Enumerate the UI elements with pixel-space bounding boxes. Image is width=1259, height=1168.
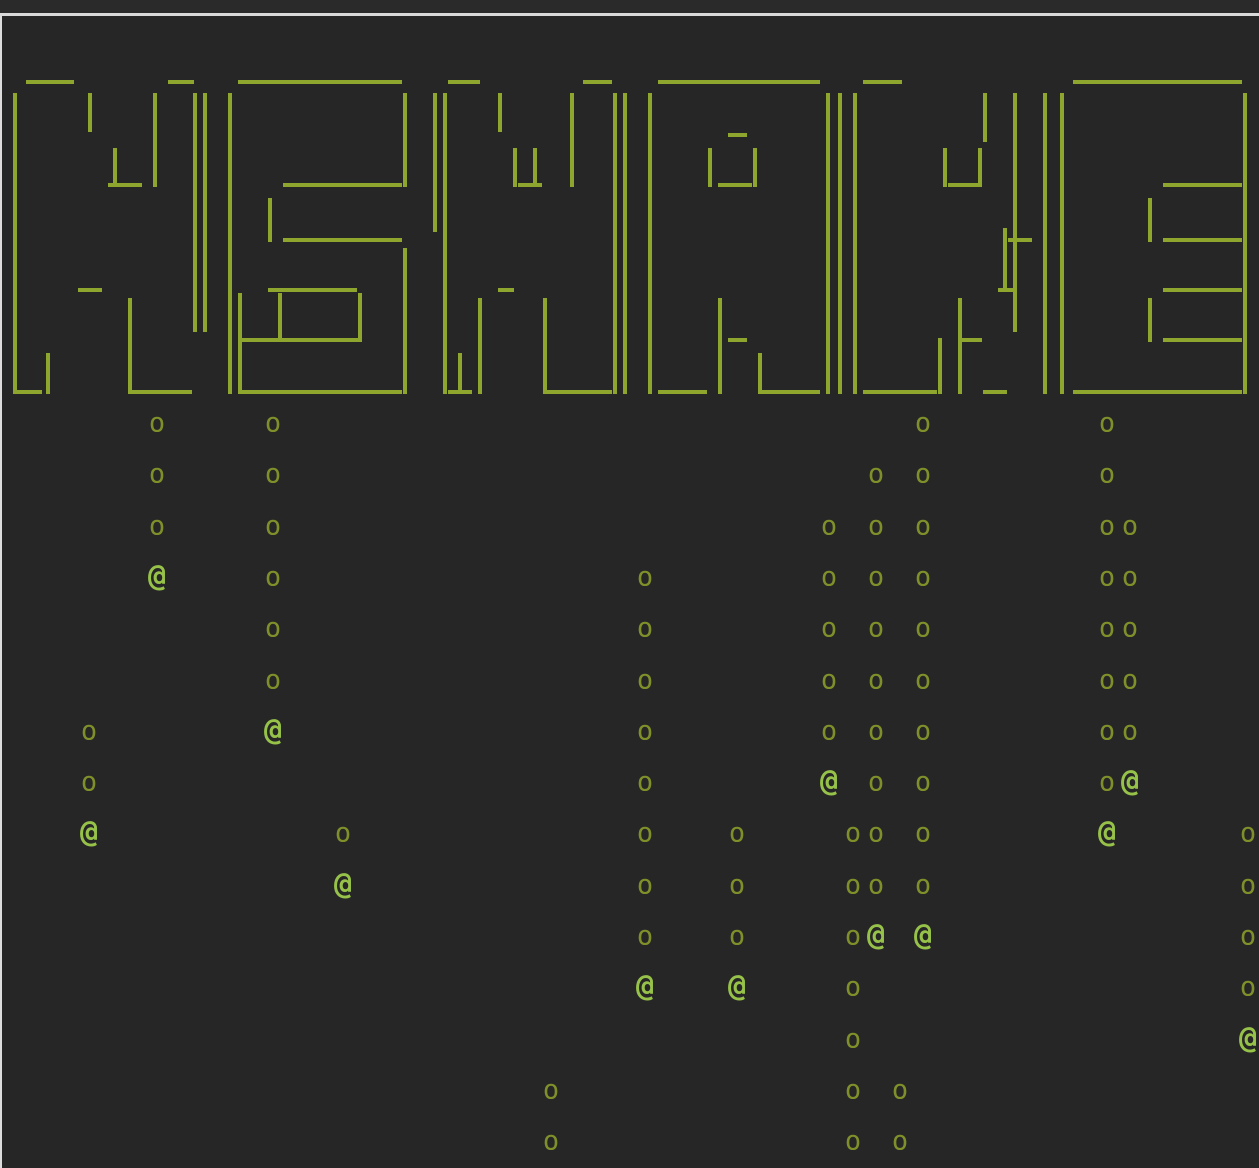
snake-body-segment: o bbox=[1098, 458, 1116, 490]
snake-head: @ bbox=[913, 918, 933, 953]
snake-body-segment: o bbox=[844, 1074, 862, 1106]
snake-body-segment: o bbox=[914, 766, 932, 798]
snake-body-segment: o bbox=[636, 869, 654, 901]
snake-body-segment: o bbox=[867, 715, 885, 747]
snake-body-segment: o bbox=[914, 869, 932, 901]
snake-body-segment: o bbox=[867, 458, 885, 490]
snake-body-segment: o bbox=[1098, 715, 1116, 747]
snake-body-segment: o bbox=[148, 458, 166, 490]
snake-body-segment: o bbox=[334, 817, 352, 849]
snake-body-segment: o bbox=[636, 612, 654, 644]
snake-head: @ bbox=[866, 918, 886, 953]
snake-head: @ bbox=[727, 969, 747, 1005]
snake-body-segment: o bbox=[1098, 561, 1116, 593]
snake-body-segment: o bbox=[636, 766, 654, 798]
snake-body-segment: o bbox=[1121, 612, 1139, 644]
snake-body-segment: o bbox=[264, 458, 282, 490]
snake-body-segment: o bbox=[728, 869, 746, 901]
snake-body-segment: o bbox=[264, 561, 282, 593]
snake-body-segment: o bbox=[867, 561, 885, 593]
snake-body-segment: o bbox=[891, 1074, 909, 1106]
snake-body-segment: o bbox=[1121, 664, 1139, 695]
snake-body-segment: o bbox=[914, 561, 932, 593]
snake-body-segment: o bbox=[1098, 407, 1116, 439]
snake-body-segment: o bbox=[914, 715, 932, 747]
snake-head: @ bbox=[635, 969, 655, 1005]
falling-snake-field: o o o @ o o o o o o @ o o @ o @ o o o o o o o o @ o o o @ o o o o o @ o o o o o… bbox=[0, 0, 1259, 1168]
snake-body-segment: o bbox=[1239, 920, 1257, 952]
snake-body-segment: o bbox=[80, 766, 98, 798]
snake-body-segment: o bbox=[820, 561, 838, 593]
snake-body-segment: o bbox=[914, 817, 932, 849]
snake-body-segment: o bbox=[1098, 766, 1116, 798]
snake-body-segment: o bbox=[636, 715, 654, 747]
snake-body-segment: o bbox=[1239, 817, 1257, 849]
snake-head: @ bbox=[1097, 815, 1117, 851]
snake-body-segment: o bbox=[542, 1125, 560, 1157]
snake-head: @ bbox=[1120, 764, 1140, 800]
snake-body-segment: o bbox=[891, 1125, 909, 1157]
snake-body-segment: o bbox=[867, 510, 885, 542]
snake-head: @ bbox=[819, 764, 839, 800]
snake-body-segment: o bbox=[80, 715, 98, 747]
snake-body-segment: o bbox=[820, 510, 838, 542]
snake-body-segment: o bbox=[1121, 715, 1139, 747]
snake-body-segment: o bbox=[1121, 561, 1139, 593]
snake-body-segment: o bbox=[264, 612, 282, 644]
snake-head: @ bbox=[1238, 1020, 1258, 1056]
snake-body-segment: o bbox=[148, 510, 166, 542]
snake-body-segment: o bbox=[636, 817, 654, 849]
snake-body-segment: o bbox=[844, 971, 862, 1003]
snake-body-segment: o bbox=[844, 1125, 862, 1157]
snake-body-segment: o bbox=[1098, 510, 1116, 542]
snake-body-segment: o bbox=[636, 664, 654, 695]
snake-body-segment: o bbox=[542, 1074, 560, 1106]
snake-body-segment: o bbox=[264, 664, 282, 695]
snake-body-segment: o bbox=[844, 1023, 862, 1055]
snake-body-segment: o bbox=[728, 817, 746, 849]
snake-body-segment: o bbox=[867, 817, 885, 849]
snake-body-segment: o bbox=[867, 869, 885, 901]
snake-body-segment: o bbox=[148, 407, 166, 439]
snake-body-segment: o bbox=[264, 407, 282, 439]
snake-body-segment: o bbox=[914, 510, 932, 542]
snake-body-segment: o bbox=[867, 612, 885, 644]
snake-body-segment: o bbox=[844, 817, 862, 849]
snake-body-segment: o bbox=[914, 664, 932, 695]
snake-body-segment: o bbox=[1098, 612, 1116, 644]
snake-head: @ bbox=[79, 815, 99, 851]
snake-body-segment: o bbox=[636, 561, 654, 593]
snake-body-segment: o bbox=[867, 664, 885, 695]
snake-body-segment: o bbox=[820, 715, 838, 747]
snake-head: @ bbox=[263, 712, 283, 748]
snake-body-segment: o bbox=[1121, 510, 1139, 542]
snake-body-segment: o bbox=[914, 407, 932, 439]
snake-body-segment: o bbox=[914, 612, 932, 644]
snake-body-segment: o bbox=[1098, 664, 1116, 695]
snake-head: @ bbox=[147, 558, 167, 594]
snake-body-segment: o bbox=[844, 869, 862, 901]
snake-body-segment: o bbox=[1239, 869, 1257, 901]
snake-body-segment: o bbox=[820, 612, 838, 644]
snake-body-segment: o bbox=[636, 920, 654, 952]
snake-body-segment: o bbox=[264, 510, 282, 542]
terminal-window: o o o @ o o o o o o @ o o @ o @ o o o o o o o o @ o o o @ o o o o o @ o o o o o… bbox=[0, 0, 1259, 1168]
snake-body-segment: o bbox=[728, 920, 746, 952]
snake-body-segment: o bbox=[914, 458, 932, 490]
snake-body-segment: o bbox=[1239, 971, 1257, 1003]
snake-body-segment: o bbox=[820, 664, 838, 695]
snake-head: @ bbox=[333, 866, 353, 902]
snake-body-segment: o bbox=[867, 766, 885, 798]
snake-body-segment: o bbox=[844, 920, 862, 952]
